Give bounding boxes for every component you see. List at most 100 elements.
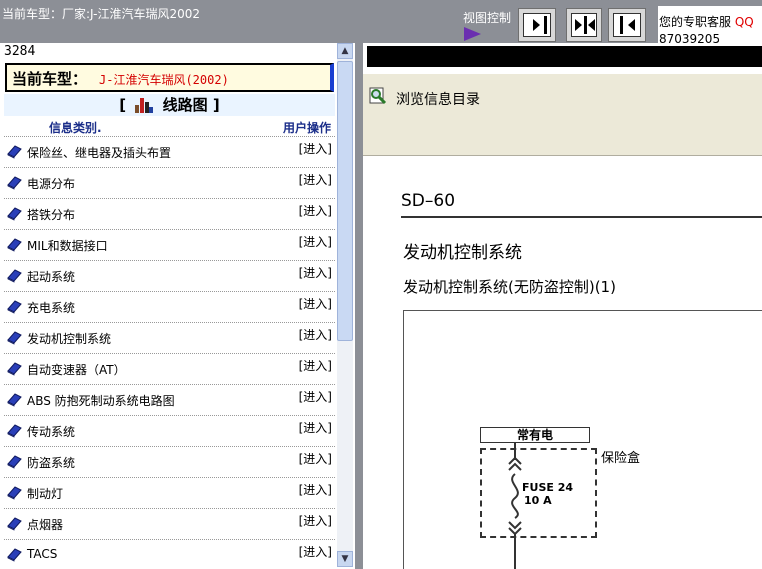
split-view-icon: [571, 13, 597, 37]
list-item[interactable]: 自动变速器（AT） [进入]: [4, 353, 335, 384]
list-item-label[interactable]: 传动系统: [27, 423, 75, 440]
list-item[interactable]: 搭铁分布 [进入]: [4, 198, 335, 229]
column-action: 用户操作: [282, 121, 331, 135]
title-bar: 当前车型：厂家:J-江淮汽车瑞风2002 视图控制 您的专职客服 QQ 8703…: [0, 0, 762, 43]
book-icon: [7, 269, 22, 283]
pane-splitter[interactable]: [355, 43, 363, 569]
service-number: 87039205: [659, 32, 721, 43]
book-icon: [7, 486, 22, 500]
document-header-bar: [367, 46, 762, 67]
view-split-button[interactable]: [566, 8, 602, 42]
book-icon: [7, 424, 22, 438]
bracket-open: [: [119, 96, 127, 114]
list-item-label[interactable]: 制动灯: [27, 485, 63, 502]
left-pane: 3284 当前车型： J-江淮汽车瑞风(2002) [ 线路图 ] 信息类别. …: [0, 43, 355, 569]
list-item[interactable]: ABS 防抱死制动系统电路图 [进入]: [4, 384, 335, 415]
list-item-label[interactable]: 搭铁分布: [27, 206, 75, 223]
wiring-diagram-page: SD–60 发动机控制系统 发动机控制系统(无防盗控制)(1) 常有电 保险盒 …: [363, 156, 762, 569]
enter-link[interactable]: [进入]: [299, 295, 332, 312]
list-item[interactable]: 起动系统 [进入]: [4, 260, 335, 291]
list-item[interactable]: 制动灯 [进入]: [4, 477, 335, 508]
document-subtitle: 发动机控制系统(无防盗控制)(1): [403, 278, 616, 296]
list-item-label[interactable]: 发动机控制系统: [27, 330, 111, 347]
magnifier-icon: [369, 87, 387, 105]
expand-right-icon: [523, 13, 551, 37]
always-on-label: 常有电: [480, 427, 590, 443]
enter-link[interactable]: [进入]: [299, 388, 332, 405]
header-rule: [401, 216, 762, 218]
document-title: 发动机控制系统: [403, 243, 522, 263]
view-control-label: 视图控制: [463, 11, 512, 25]
enter-link[interactable]: [进入]: [299, 543, 332, 560]
book-icon: [7, 455, 22, 469]
list-item-label[interactable]: 保险丝、继电器及插头布置: [27, 144, 171, 161]
enter-link[interactable]: [进入]: [299, 233, 332, 250]
enter-link[interactable]: [进入]: [299, 419, 332, 436]
current-model-label: 当前车型：: [12, 70, 88, 88]
qq-link[interactable]: QQ: [735, 15, 754, 29]
record-code: 3284: [4, 44, 36, 59]
list-item[interactable]: MIL和数据接口 [进入]: [4, 229, 335, 260]
browse-directory-link[interactable]: 浏览信息目录: [396, 89, 480, 109]
book-icon: [7, 300, 22, 314]
list-item-label[interactable]: 防盗系统: [27, 454, 75, 471]
service-label: 您的专职客服: [659, 15, 732, 29]
list-item[interactable]: 点烟器 [进入]: [4, 508, 335, 539]
enter-link[interactable]: [进入]: [299, 450, 332, 467]
list-item[interactable]: 电源分布 [进入]: [4, 167, 335, 198]
current-model-title: 当前车型：厂家:J-江淮汽车瑞风2002: [2, 7, 201, 21]
book-icon: [7, 145, 22, 159]
enter-link[interactable]: [进入]: [299, 357, 332, 374]
enter-link[interactable]: [进入]: [299, 202, 332, 219]
fuse-name: FUSE 24: [522, 481, 574, 494]
section-title: 线路图: [162, 96, 208, 114]
book-icon: [7, 393, 22, 407]
list-item[interactable]: 发动机控制系统 [进入]: [4, 322, 335, 353]
list-item-label[interactable]: 充电系统: [27, 299, 75, 316]
enter-link[interactable]: [进入]: [299, 481, 332, 498]
current-model-box: 当前车型： J-江淮汽车瑞风(2002): [5, 63, 334, 92]
list-item-label[interactable]: 点烟器: [27, 516, 63, 533]
right-pane: 浏览信息目录 SD–60 发动机控制系统 发动机控制系统(无防盗控制)(1) 常…: [363, 43, 762, 569]
customer-service-info: 您的专职客服 QQ 87039205: [658, 6, 762, 43]
enter-link[interactable]: [进入]: [299, 264, 332, 281]
book-icon: [7, 362, 22, 376]
list-item-label[interactable]: 电源分布: [27, 175, 75, 192]
list-item-label[interactable]: 起动系统: [27, 268, 75, 285]
list-item-label[interactable]: ABS 防抱死制动系统电路图: [27, 392, 175, 409]
list-item[interactable]: 防盗系统 [进入]: [4, 446, 335, 477]
scroll-thumb[interactable]: [337, 61, 353, 341]
enter-link[interactable]: [进入]: [299, 326, 332, 343]
list-item[interactable]: 保险丝、继电器及插头布置 [进入]: [4, 136, 335, 167]
view-control-arrow-icon: [464, 27, 481, 41]
section-header: [ 线路图 ]: [4, 94, 335, 116]
book-icon: [7, 331, 22, 345]
scroll-up-button[interactable]: ▲: [337, 43, 353, 59]
column-headers: 信息类别. 用户操作: [4, 116, 335, 136]
list-item-label[interactable]: TACS: [27, 547, 57, 561]
page-code: SD–60: [401, 191, 456, 211]
list-item[interactable]: 传动系统 [进入]: [4, 415, 335, 446]
view-left-pane-button[interactable]: [608, 8, 646, 42]
scroll-down-button[interactable]: ▼: [337, 551, 353, 567]
book-icon: [7, 517, 22, 531]
list-item-label[interactable]: 自动变速器（AT）: [27, 361, 126, 378]
list-item[interactable]: TACS [进入]: [4, 539, 335, 569]
wiring-diagram-icon: [135, 98, 154, 113]
document-toolbar: 浏览信息目录: [363, 73, 762, 156]
bracket-close: ]: [212, 96, 220, 114]
left-scrollbar[interactable]: ▲ ▼: [337, 43, 353, 567]
book-icon: [7, 176, 22, 190]
enter-link[interactable]: [进入]: [299, 140, 332, 157]
enter-link[interactable]: [进入]: [299, 171, 332, 188]
current-model-value: J-江淮汽车瑞风(2002): [99, 73, 229, 87]
fuse-box-label: 保险盒: [601, 451, 641, 466]
list-item[interactable]: 充电系统 [进入]: [4, 291, 335, 322]
view-right-pane-button[interactable]: [518, 8, 556, 42]
list-item-label[interactable]: MIL和数据接口: [27, 237, 108, 254]
enter-link[interactable]: [进入]: [299, 512, 332, 529]
book-icon: [7, 238, 22, 252]
book-icon: [7, 548, 22, 562]
column-category: 信息类别.: [49, 121, 102, 135]
fuse-rating: 10 A: [524, 494, 552, 507]
